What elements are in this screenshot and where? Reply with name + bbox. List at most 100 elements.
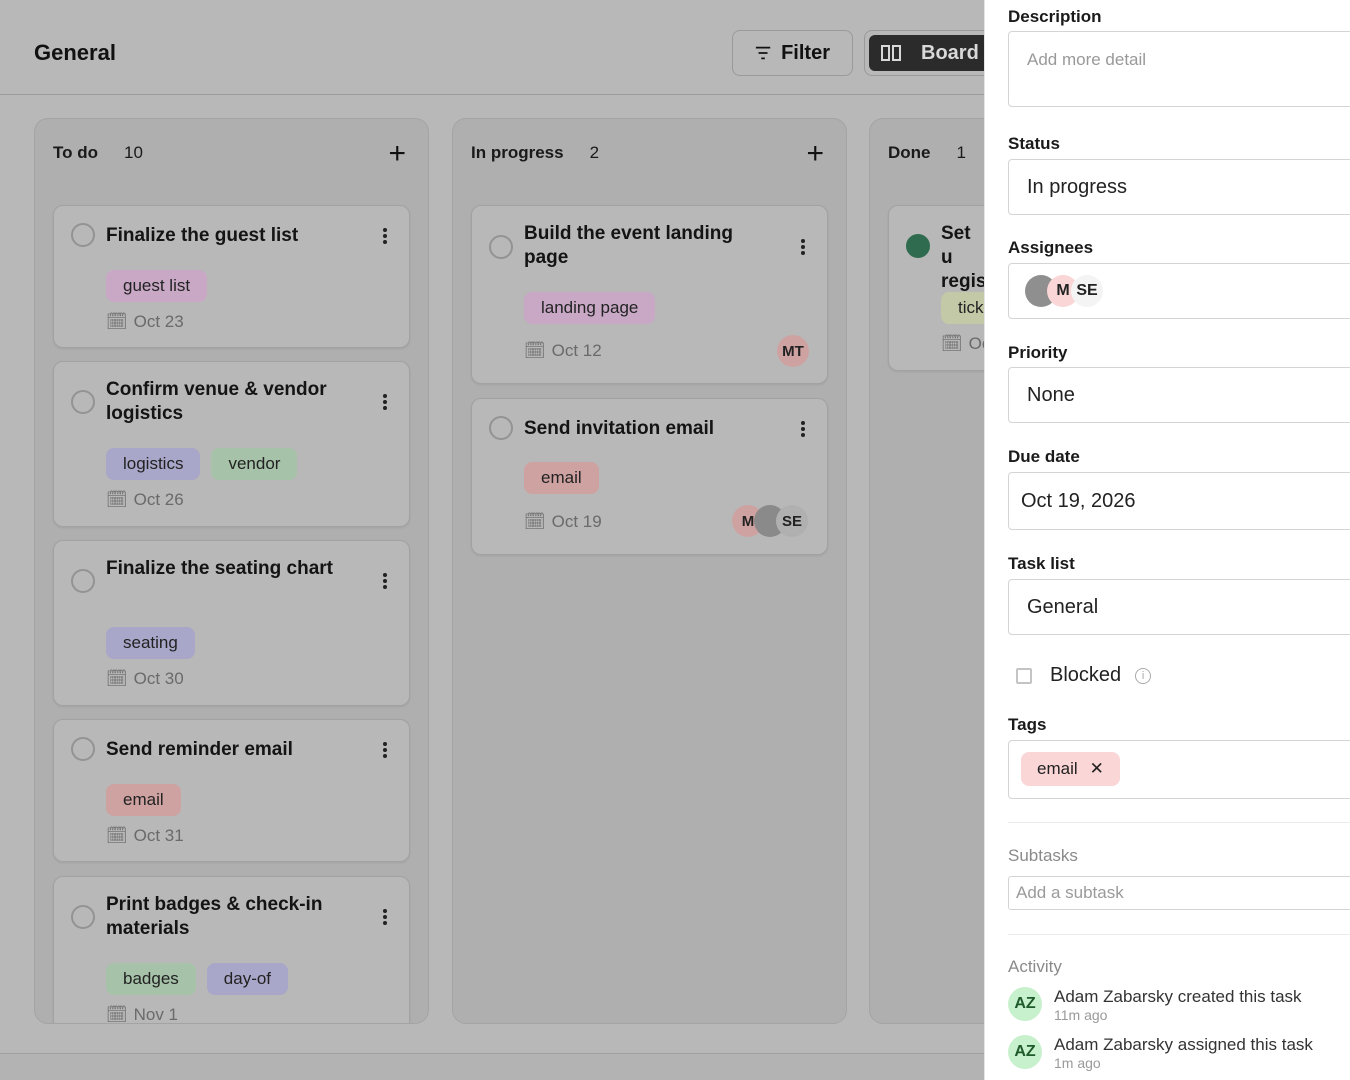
complete-checkbox[interactable] [71, 390, 95, 414]
more-options-icon[interactable] [383, 394, 387, 412]
task-card[interactable]: Finalize the guest list guest list 🗓 Oct … [53, 205, 410, 348]
assignees-field[interactable]: M SE [1008, 263, 1350, 319]
filter-button[interactable]: Filter [732, 30, 853, 76]
priority-select[interactable]: None [1008, 367, 1350, 423]
tag-chip: day-of [206, 963, 289, 995]
activity-label: Activity [1008, 957, 1062, 976]
complete-checkbox[interactable] [489, 235, 513, 259]
due-date: Oct 23 [133, 312, 184, 331]
description-field[interactable]: Add more detail [1008, 31, 1350, 107]
completed-check-icon[interactable] [906, 234, 930, 258]
priority-label: Priority [1008, 343, 1068, 362]
tag-chip: email [106, 784, 181, 816]
board-icon [881, 45, 901, 61]
task-title: Send invitation email [524, 418, 715, 439]
blocked-checkbox[interactable] [1016, 667, 1032, 684]
avatar: AZ [1008, 987, 1042, 1021]
task-list-label: Task list [1008, 554, 1075, 573]
tags-field[interactable]: email ✕ [1008, 740, 1350, 799]
task-title: Build the event landing page [524, 223, 734, 268]
calendar-icon: 🗓 [524, 341, 546, 360]
task-title: Print badges & check-in materials [106, 894, 323, 939]
due-date-label: Due date [1008, 447, 1080, 466]
add-task-icon[interactable]: + [388, 139, 406, 169]
tag-chip: email [524, 462, 599, 494]
filter-icon [755, 46, 771, 60]
due-date: Oct 12 [551, 341, 602, 360]
column-count: 10 [124, 143, 143, 162]
calendar-icon: 🗓 [106, 669, 128, 688]
activity-item: AZ Adam Zabarsky created this task 11m a… [1008, 987, 1302, 1023]
column-title: Done [888, 143, 931, 162]
due-date-input[interactable]: Oct 19, 2026 [1008, 472, 1350, 530]
task-title: Set u regis [941, 223, 987, 292]
task-card[interactable]: Confirm venue & vendor logistics logisti… [53, 361, 410, 527]
column-count: 1 [956, 143, 966, 162]
status-select[interactable]: In progress [1008, 159, 1350, 215]
complete-checkbox[interactable] [489, 416, 513, 440]
assignee-avatar: SE [776, 505, 808, 537]
task-card[interactable]: Send invitation email email 🗓 Oct 19 M SE [471, 398, 828, 555]
due-date: Nov 1 [133, 1005, 179, 1024]
due-date: Oct 26 [133, 490, 184, 509]
avatar: AZ [1008, 1035, 1042, 1069]
tag-chip: guest list [106, 270, 208, 302]
column-todo: To do 10 + Finalize the guest list guest… [34, 118, 429, 1024]
assignee-avatar: SE [1071, 275, 1103, 307]
calendar-icon: 🗓 [106, 312, 128, 331]
complete-checkbox[interactable] [71, 223, 95, 247]
divider [1008, 934, 1350, 935]
more-options-icon[interactable] [801, 239, 805, 257]
due-date: Oct 31 [133, 826, 184, 845]
activity-time: 11m ago [1054, 1007, 1108, 1023]
task-title: Confirm venue & vendor logistics [106, 379, 327, 424]
board-label: Board [921, 41, 979, 64]
task-card[interactable]: Send reminder email email 🗓 Oct 31 [53, 719, 410, 862]
due-date: Oct 30 [133, 669, 184, 688]
column-title: In progress [471, 143, 564, 162]
more-options-icon[interactable] [383, 742, 387, 760]
divider [1008, 822, 1350, 823]
subtasks-label: Subtasks [1008, 846, 1078, 865]
page-title: General [34, 40, 116, 65]
more-options-icon[interactable] [383, 228, 387, 246]
tag-chip: landing page [524, 292, 656, 324]
blocked-label: Blocked [1050, 664, 1122, 686]
column-in-progress: In progress 2 + Build the event landing … [452, 118, 847, 1024]
calendar-icon: 🗓 [106, 1005, 128, 1024]
more-options-icon[interactable] [383, 909, 387, 927]
task-card[interactable]: Finalize the seating chart seating 🗓 Oct … [53, 540, 410, 706]
tags-label: Tags [1008, 715, 1047, 734]
assignee-avatar: MT [777, 335, 809, 367]
complete-checkbox[interactable] [71, 569, 95, 593]
more-options-icon[interactable] [801, 421, 805, 439]
tag-chip: logistics [106, 448, 201, 480]
activity-text: Adam Zabarsky created this task [1054, 987, 1302, 1006]
column-title: To do [53, 143, 98, 162]
task-card[interactable]: Print badges & check-in materials badges… [53, 876, 410, 1024]
tag-chip: vendor [211, 448, 298, 480]
calendar-icon: 🗓 [941, 334, 963, 353]
remove-tag-icon[interactable]: ✕ [1090, 759, 1104, 779]
info-icon[interactable]: i [1135, 667, 1152, 684]
add-task-icon[interactable]: + [806, 139, 824, 169]
description-label: Description [1008, 7, 1102, 26]
tag-chip: badges [106, 963, 196, 995]
task-title: Send reminder email [106, 739, 293, 760]
tag-chip-label: email [1037, 759, 1078, 778]
task-detail-panel: Description Add more detail Status In pr… [984, 0, 1350, 1080]
horizontal-scrollbar[interactable] [0, 1053, 984, 1080]
tag-chip: seating [106, 627, 195, 659]
more-options-icon[interactable] [383, 573, 387, 591]
complete-checkbox[interactable] [71, 905, 95, 929]
complete-checkbox[interactable] [71, 737, 95, 761]
tag-chip: email ✕ [1021, 752, 1120, 786]
task-title: Finalize the guest list [106, 225, 299, 246]
task-card[interactable]: Build the event landing page landing pag… [471, 205, 828, 384]
add-subtask-input[interactable]: Add a subtask [1008, 876, 1350, 910]
calendar-icon: 🗓 [106, 490, 128, 509]
due-date: Oct 19 [551, 512, 602, 531]
task-list-select[interactable]: General [1008, 579, 1350, 635]
column-count: 2 [589, 143, 600, 162]
assignees-label: Assignees [1008, 238, 1094, 257]
